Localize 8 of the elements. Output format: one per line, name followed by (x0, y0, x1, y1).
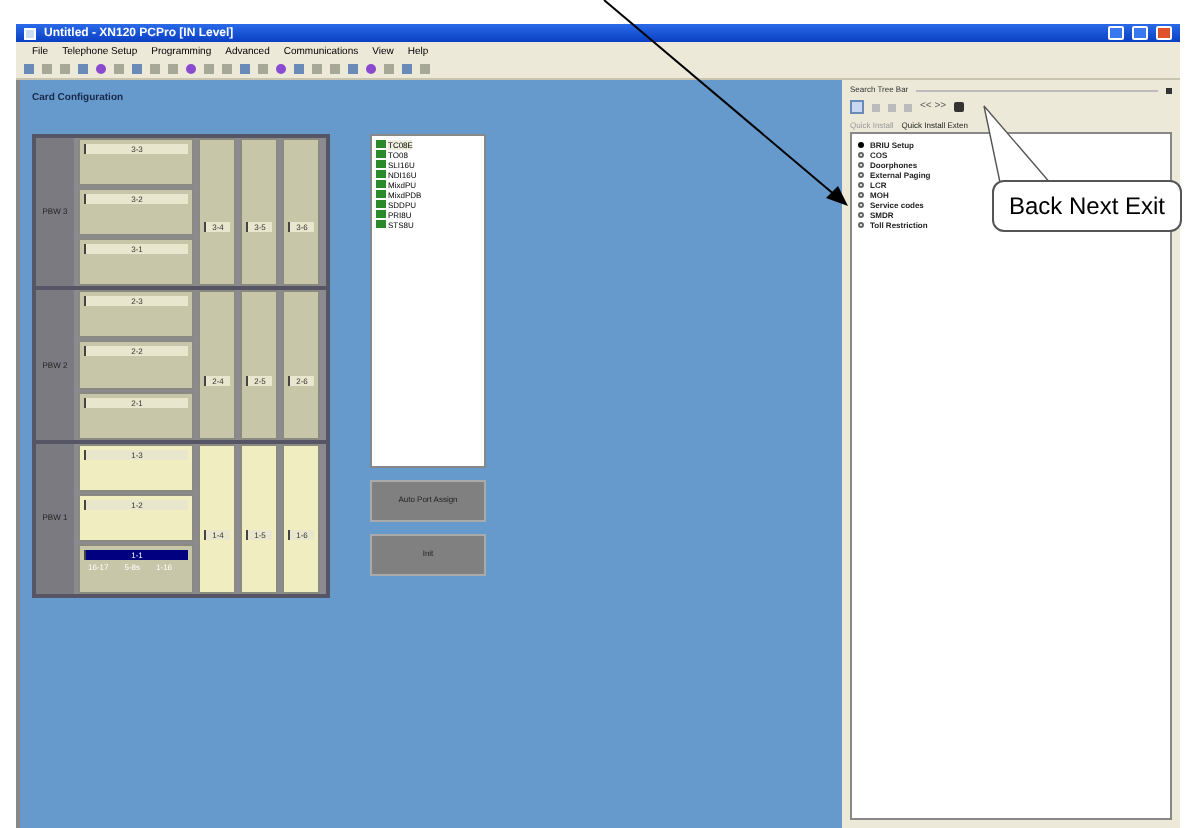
callout: Back Next Exit (992, 180, 1182, 232)
close-button[interactable] (1156, 26, 1172, 40)
list-icon[interactable] (850, 100, 864, 115)
minimize-button[interactable] (1108, 26, 1124, 40)
app-icon (24, 27, 36, 39)
exit-icon[interactable] (954, 102, 965, 113)
restore-button[interactable] (1132, 26, 1148, 40)
close-icon[interactable] (1166, 87, 1172, 93)
